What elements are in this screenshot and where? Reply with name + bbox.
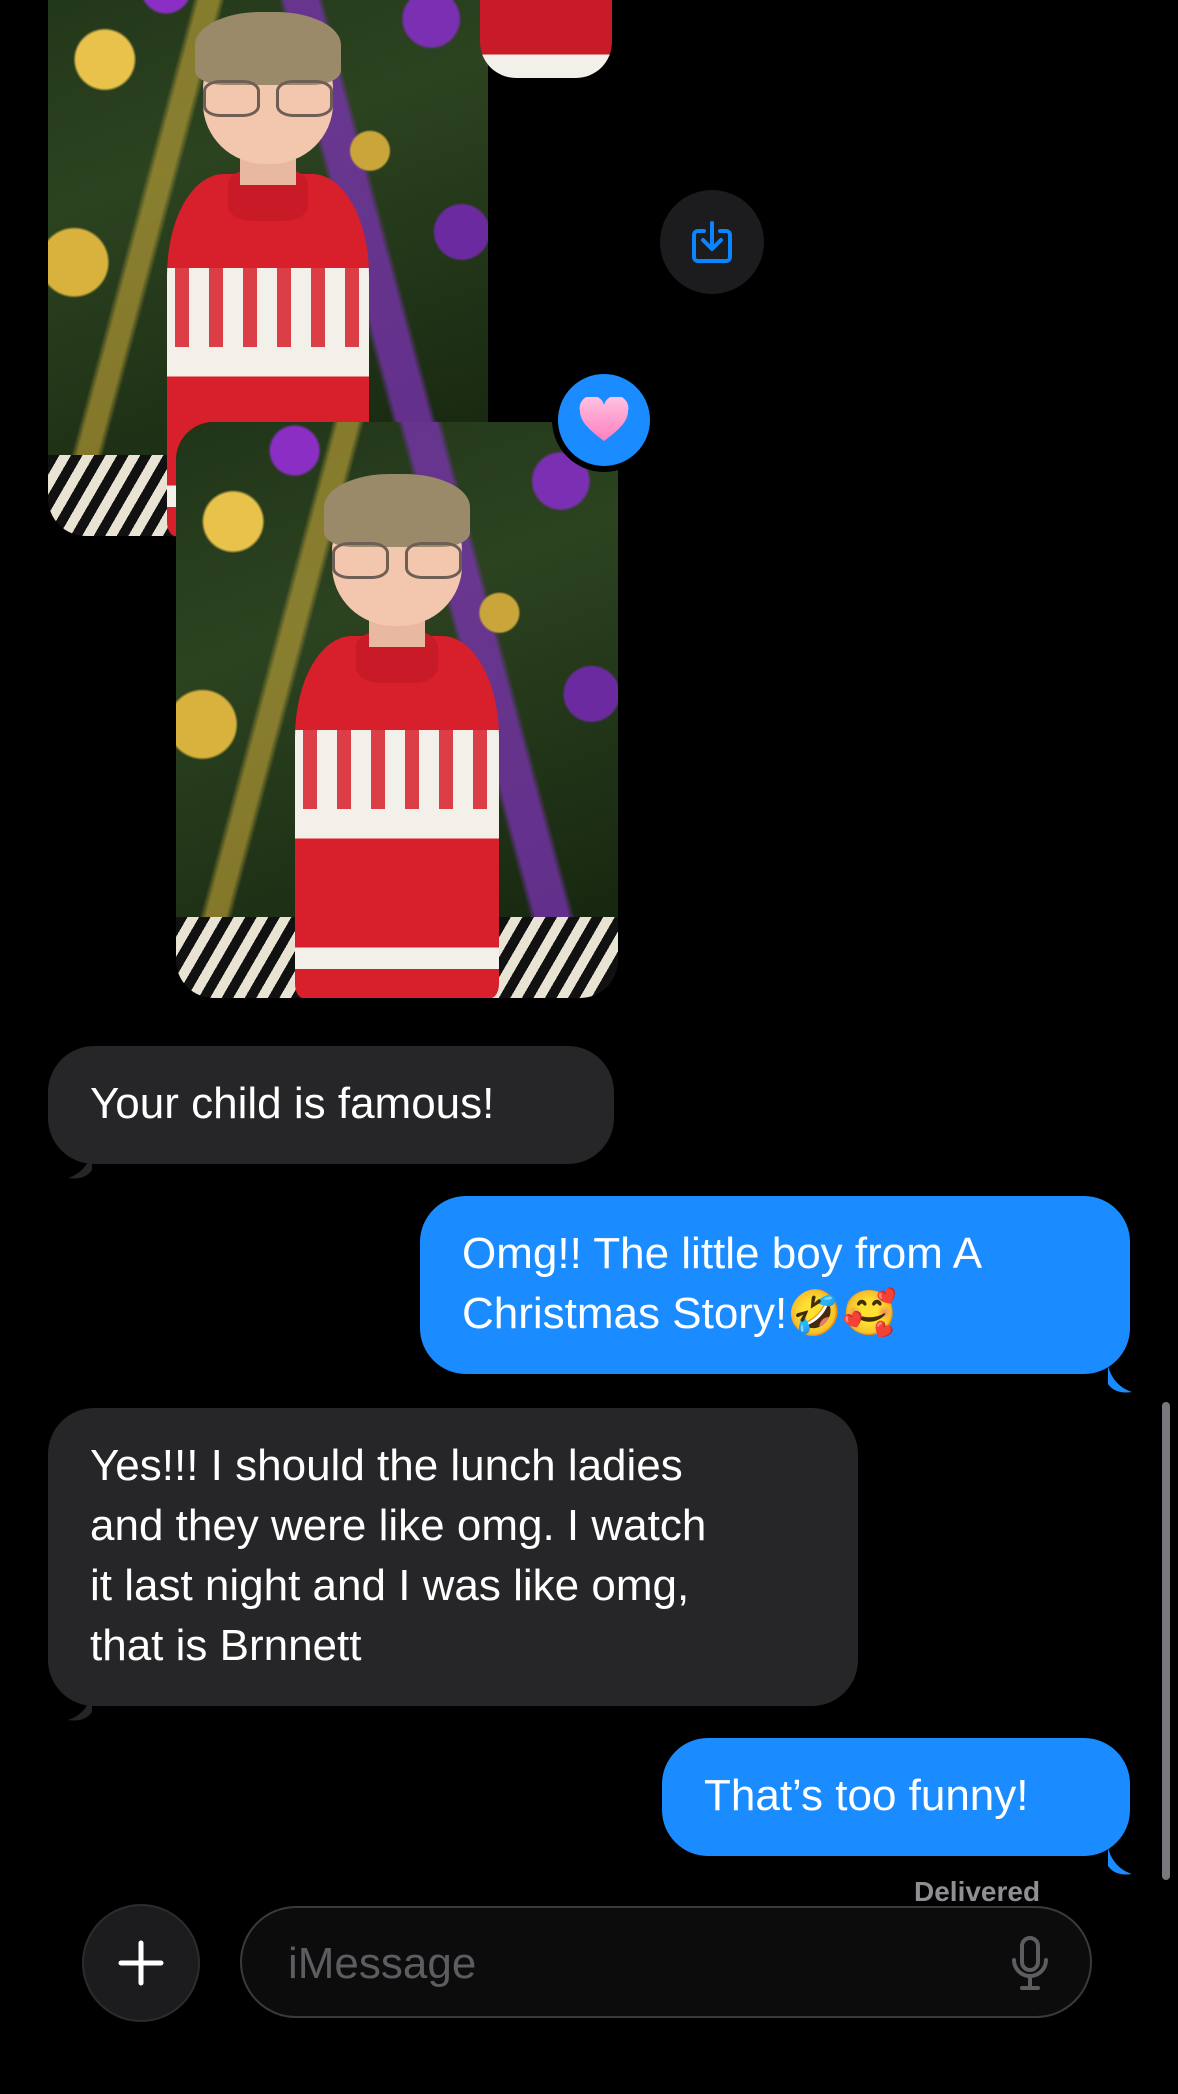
outgoing-message[interactable]: That’s too funny! bbox=[662, 1738, 1130, 1856]
message-text: Yes!!! I should the lunch ladies and the… bbox=[90, 1441, 707, 1670]
message-text: Your child is famous! bbox=[90, 1079, 495, 1128]
heart-icon bbox=[579, 397, 629, 441]
microphone-icon[interactable] bbox=[1010, 1936, 1050, 1992]
message-input-placeholder: iMessage bbox=[288, 1939, 477, 1988]
plus-icon bbox=[118, 1940, 164, 1986]
message-input[interactable]: iMessage bbox=[240, 1906, 1092, 2018]
outgoing-message[interactable]: Omg!! The little boy from A Christmas St… bbox=[420, 1196, 1130, 1374]
add-attachment-button[interactable] bbox=[82, 1904, 200, 2022]
photo-content bbox=[176, 422, 618, 998]
message-text: Omg!! The little boy from A Christmas St… bbox=[462, 1229, 983, 1338]
photo-message[interactable] bbox=[176, 422, 618, 998]
scroll-indicator[interactable] bbox=[1162, 1402, 1170, 1880]
bubble-tail bbox=[1108, 1848, 1132, 1875]
bubble-tail bbox=[68, 1694, 92, 1721]
message-text: That’s too funny! bbox=[704, 1771, 1029, 1820]
bubble-tail bbox=[1108, 1366, 1132, 1393]
save-photo-button[interactable] bbox=[660, 190, 764, 294]
heart-reaction[interactable] bbox=[552, 368, 656, 472]
delivered-status: Delivered bbox=[914, 1876, 1041, 1907]
incoming-message[interactable]: Yes!!! I should the lunch ladies and the… bbox=[48, 1408, 858, 1706]
bubble-tail bbox=[68, 1152, 92, 1179]
download-icon bbox=[692, 221, 732, 263]
incoming-message[interactable]: Your child is famous! bbox=[48, 1046, 614, 1164]
photo-edge bbox=[480, 0, 612, 78]
